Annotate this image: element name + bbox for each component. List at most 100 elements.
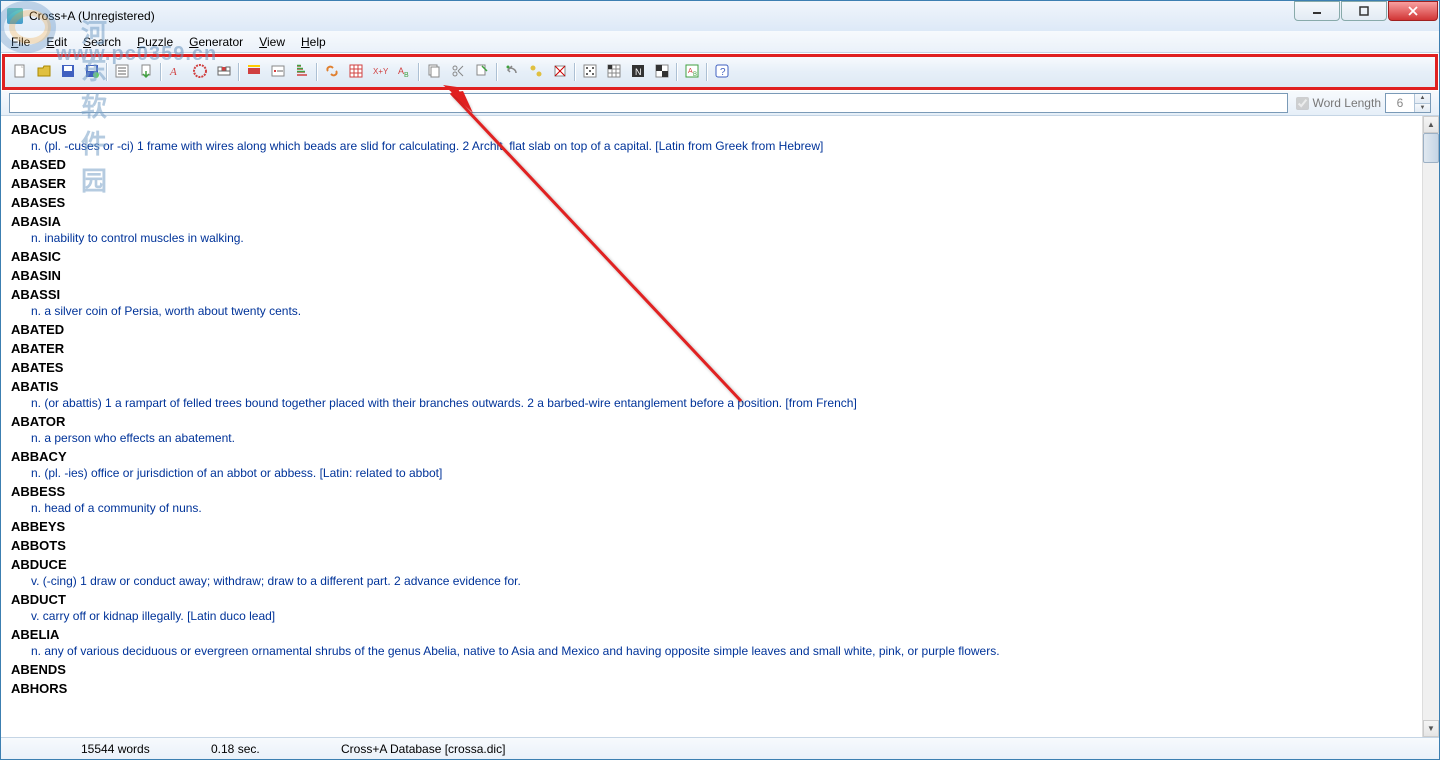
- crossword-icon: [216, 63, 232, 82]
- undo-icon: [504, 63, 520, 82]
- copy-icon: [426, 63, 442, 82]
- vertical-scrollbar[interactable]: ▲ ▼: [1422, 116, 1439, 737]
- sort-icon: [294, 63, 310, 82]
- word-entry[interactable]: ABATES: [11, 360, 1429, 375]
- scroll-down-button[interactable]: ▼: [1423, 720, 1439, 737]
- word-length-checkbox[interactable]: [1296, 97, 1309, 110]
- word-entry[interactable]: ABATIS: [11, 379, 1429, 394]
- status-word-count: 15544 words: [71, 742, 201, 756]
- menu-puzzle[interactable]: Puzzle: [129, 32, 181, 52]
- export-icon: [138, 63, 154, 82]
- open-icon: [36, 63, 52, 82]
- word-entry[interactable]: ABBEYS: [11, 519, 1429, 534]
- window-controls: [1294, 1, 1439, 21]
- menu-search[interactable]: Search: [75, 32, 129, 52]
- word-entry[interactable]: ABASER: [11, 176, 1429, 191]
- word-length-label: Word Length: [1313, 96, 1382, 110]
- paste-button[interactable]: [470, 60, 494, 84]
- anagram-button[interactable]: A: [164, 60, 188, 84]
- word-definition: n. (pl. -ies) office or jurisdiction of …: [31, 466, 1429, 480]
- word-entry[interactable]: ABBOTS: [11, 538, 1429, 553]
- clear-button[interactable]: [548, 60, 572, 84]
- puzzle1-button[interactable]: [578, 60, 602, 84]
- puzzle2-button[interactable]: [602, 60, 626, 84]
- open-button[interactable]: [32, 60, 56, 84]
- word-entry[interactable]: ABBACY: [11, 449, 1429, 464]
- word-entry[interactable]: ABASIA: [11, 214, 1429, 229]
- clear-icon: [552, 63, 568, 82]
- word-entry[interactable]: ABACUS: [11, 122, 1429, 137]
- redo-button[interactable]: [524, 60, 548, 84]
- minimize-button[interactable]: [1294, 1, 1340, 21]
- results-panel: ABACUS n. (pl. -cuses or -ci) 1 frame wit…: [1, 115, 1439, 737]
- new-button[interactable]: [8, 60, 32, 84]
- word-entry[interactable]: ABASSI: [11, 287, 1429, 302]
- save-button[interactable]: [56, 60, 80, 84]
- word-definition: n. inability to control muscles in walki…: [31, 231, 1429, 245]
- toolbar-separator: [158, 60, 164, 84]
- status-time: 0.18 sec.: [201, 742, 331, 756]
- spin-up-button[interactable]: ▲: [1414, 94, 1430, 104]
- alpha-icon: AB: [396, 63, 412, 82]
- menu-file[interactable]: File: [3, 32, 38, 52]
- link-button[interactable]: [320, 60, 344, 84]
- word-entry[interactable]: ABHORS: [11, 681, 1429, 696]
- sort-button[interactable]: [290, 60, 314, 84]
- hint-icon: [270, 63, 286, 82]
- word-entry[interactable]: ABATOR: [11, 414, 1429, 429]
- word-entry[interactable]: ABENDS: [11, 662, 1429, 677]
- search-input[interactable]: [9, 93, 1288, 113]
- scroll-up-button[interactable]: ▲: [1423, 116, 1439, 133]
- save-as-button[interactable]: [80, 60, 104, 84]
- formula-icon: X+Y: [372, 63, 388, 82]
- filter-button[interactable]: [188, 60, 212, 84]
- menu-help[interactable]: Help: [293, 32, 334, 52]
- puzzle3-button[interactable]: N: [626, 60, 650, 84]
- puzzle4-button[interactable]: [650, 60, 674, 84]
- cut-button[interactable]: [446, 60, 470, 84]
- word-list-button[interactable]: [110, 60, 134, 84]
- toolbar-separator: [494, 60, 500, 84]
- spin-down-button[interactable]: ▼: [1414, 104, 1430, 113]
- scroll-thumb[interactable]: [1423, 133, 1439, 163]
- puzzle1-icon: [582, 63, 598, 82]
- word-entry[interactable]: ABBESS: [11, 484, 1429, 499]
- menu-view[interactable]: View: [251, 32, 293, 52]
- word-entry[interactable]: ABASED: [11, 157, 1429, 172]
- paste-icon: [474, 63, 490, 82]
- close-button[interactable]: [1388, 1, 1438, 21]
- word-length-value[interactable]: [1386, 94, 1414, 112]
- rebus-button[interactable]: [242, 60, 266, 84]
- word-entry[interactable]: ABASIN: [11, 268, 1429, 283]
- menu-edit[interactable]: Edit: [38, 32, 75, 52]
- word-entry[interactable]: ABASIC: [11, 249, 1429, 264]
- toolbar-highlight-box: A X+Y AB N AB?: [2, 54, 1438, 90]
- puzzle2-icon: [606, 63, 622, 82]
- word-entry[interactable]: ABATED: [11, 322, 1429, 337]
- save-icon: [60, 63, 76, 82]
- hint-button[interactable]: [266, 60, 290, 84]
- export-button[interactable]: [134, 60, 158, 84]
- maximize-button[interactable]: [1341, 1, 1387, 21]
- svg-text:N: N: [635, 67, 642, 77]
- svg-text:?: ?: [720, 67, 726, 78]
- word-entry[interactable]: ABDUCE: [11, 557, 1429, 572]
- crossword-button[interactable]: [212, 60, 236, 84]
- word-length-spinner[interactable]: ▲ ▼: [1385, 93, 1431, 113]
- undo-button[interactable]: [500, 60, 524, 84]
- toolbar-separator: [572, 60, 578, 84]
- formula-button[interactable]: X+Y: [368, 60, 392, 84]
- statusbar: 15544 words 0.18 sec. Cross+A Database […: [1, 737, 1439, 759]
- alpha-button[interactable]: AB: [392, 60, 416, 84]
- filter-icon: [192, 63, 208, 82]
- word-entry[interactable]: ABDUCT: [11, 592, 1429, 607]
- dict-button[interactable]: AB: [680, 60, 704, 84]
- menu-generator[interactable]: Generator: [181, 32, 251, 52]
- word-entry[interactable]: ABASES: [11, 195, 1429, 210]
- copy-button[interactable]: [422, 60, 446, 84]
- word-entry[interactable]: ABELIA: [11, 627, 1429, 642]
- help-button[interactable]: ?: [710, 60, 734, 84]
- word-definition: n. (pl. -cuses or -ci) 1 frame with wire…: [31, 139, 1429, 153]
- grid-button[interactable]: [344, 60, 368, 84]
- word-entry[interactable]: ABATER: [11, 341, 1429, 356]
